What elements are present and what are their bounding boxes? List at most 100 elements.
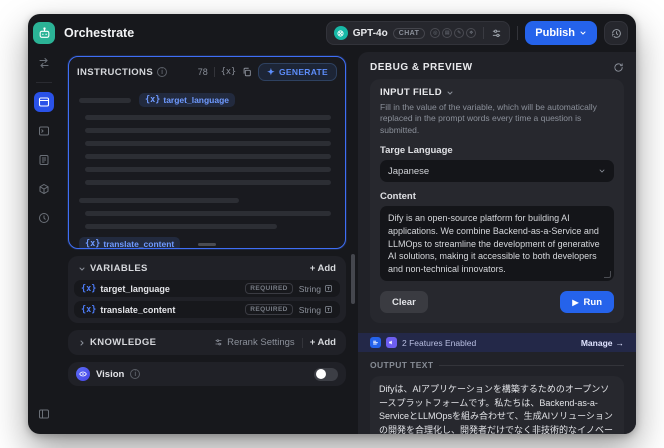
refresh-icon[interactable] xyxy=(613,62,624,73)
variable-chip-translate-content[interactable]: {x} translate_content xyxy=(79,237,181,248)
collapse-sidebar-icon[interactable] xyxy=(34,404,54,424)
sparkle-icon: ✦ xyxy=(267,66,275,77)
info-icon: i xyxy=(157,67,168,77)
text-to-speech-feature-icon xyxy=(386,337,397,349)
model-name: GPT-4o xyxy=(352,27,388,39)
sliders-icon xyxy=(215,339,222,346)
input-field-card: INPUT FIELD Fill in the value of the var… xyxy=(370,79,624,324)
output-text-title: OUTPUT TEXT xyxy=(370,360,434,371)
variable-token: {x} xyxy=(81,304,97,315)
variables-title: VARIABLES xyxy=(90,263,148,274)
output-section: OUTPUT TEXT Difyは、AIアプリケーションを構築するためのオープン… xyxy=(358,352,636,434)
input-field-title: INPUT FIELD xyxy=(380,87,442,98)
topbar: Orchestrate GPT-4o CHAT ◎ ▤ ✎ ❖ Publish xyxy=(60,14,636,52)
skeleton-text xyxy=(85,128,331,133)
divider xyxy=(213,67,215,77)
info-icon: i xyxy=(130,369,141,379)
run-button[interactable]: ▶ Run xyxy=(560,291,614,314)
prompt-editor[interactable]: {x} target_language {x} translate_conten… xyxy=(69,85,345,248)
knowledge-section: KNOWLEDGE Rerank Settings + Add xyxy=(68,330,346,355)
page-title: Orchestrate xyxy=(64,26,135,40)
arrow-right-icon: → xyxy=(615,337,625,348)
model-settings-sliders-icon[interactable] xyxy=(491,28,502,39)
skeleton-text xyxy=(85,141,331,146)
chevron-down-icon xyxy=(598,167,606,175)
nav-orchestrate-icon[interactable] xyxy=(34,92,54,112)
knowledge-title: KNOWLEDGE xyxy=(90,337,157,348)
capability-icon: ✎ xyxy=(454,28,465,38)
divider xyxy=(301,337,303,348)
debug-title: DEBUG & PREVIEW xyxy=(370,62,473,73)
skeleton-text xyxy=(79,198,239,203)
topbar-divider xyxy=(517,26,519,40)
chevron-down-icon[interactable] xyxy=(446,89,454,97)
required-badge: REQUIRED xyxy=(245,304,293,315)
capability-icon: ▤ xyxy=(442,28,453,38)
add-variable-button[interactable]: + Add xyxy=(310,263,336,274)
model-mode-badge: CHAT xyxy=(392,27,426,39)
model-provider-icon xyxy=(333,26,348,40)
chevron-right-icon[interactable] xyxy=(78,339,86,347)
chevron-down-icon xyxy=(580,31,586,35)
app-logo-robot-icon[interactable] xyxy=(33,22,55,44)
input-field-description: Fill in the value of the variable, which… xyxy=(380,102,597,135)
add-knowledge-button[interactable]: + Add xyxy=(310,337,336,348)
content-textarea[interactable]: Dify is an open-source platform for buil… xyxy=(380,206,614,282)
model-capability-badges: ◎ ▤ ✎ ❖ xyxy=(430,28,477,38)
vision-feature-row: Vision i xyxy=(68,362,346,386)
target-language-select[interactable]: Japanese xyxy=(380,160,614,183)
instructions-panel[interactable]: INSTRUCTIONS i 78 {x} ✦ GENERATE {x} tar… xyxy=(68,56,346,249)
debug-preview-panel: DEBUG & PREVIEW INPUT FIELD Fill in the … xyxy=(358,52,636,434)
output-text-bubble: Difyは、AIアプリケーションを構築するためのオープンソースプラットフォームで… xyxy=(370,376,624,434)
skeleton-text xyxy=(85,167,331,172)
vision-toggle[interactable] xyxy=(314,367,338,381)
vision-eye-icon xyxy=(76,367,90,381)
switch-app-icon[interactable] xyxy=(34,53,54,73)
model-selector[interactable]: GPT-4o CHAT ◎ ▤ ✎ ❖ xyxy=(325,21,511,45)
pill-divider xyxy=(483,27,485,39)
publish-button[interactable]: Publish xyxy=(525,21,597,45)
rerank-settings-button[interactable]: Rerank Settings xyxy=(214,337,295,348)
nav-terminal-icon[interactable] xyxy=(34,121,54,141)
canvas-scrollbar[interactable] xyxy=(351,254,355,304)
string-type-icon xyxy=(325,285,332,292)
variable-row[interactable]: {x} target_language REQUIRED String xyxy=(74,280,340,297)
skeleton-text xyxy=(85,211,331,216)
skeleton-text xyxy=(85,180,331,185)
content-label: Content xyxy=(380,191,416,203)
copy-icon[interactable] xyxy=(242,67,252,77)
clear-button[interactable]: Clear xyxy=(380,291,428,314)
skeleton-text xyxy=(85,224,277,229)
insert-variable-icon[interactable]: {x} xyxy=(221,67,236,77)
variable-row[interactable]: {x} translate_content REQUIRED String xyxy=(74,301,340,318)
version-history-button[interactable] xyxy=(604,21,628,45)
play-icon: ▶ xyxy=(572,297,579,307)
target-language-label: Targe Language xyxy=(380,145,453,157)
icon-rail xyxy=(28,14,60,434)
orchestrate-canvas: INSTRUCTIONS i 78 {x} ✦ GENERATE {x} tar… xyxy=(60,52,358,434)
history-clock-icon xyxy=(611,28,621,38)
variable-chip-target-language[interactable]: {x} target_language xyxy=(139,93,236,107)
nav-monitoring-icon[interactable] xyxy=(34,208,54,228)
chevron-down-icon[interactable] xyxy=(78,265,86,273)
instructions-title: INSTRUCTIONS xyxy=(77,66,154,78)
citation-feature-icon xyxy=(370,337,381,349)
skeleton-text xyxy=(79,97,131,103)
variables-section: VARIABLES + Add {x} target_language REQU… xyxy=(68,256,346,323)
nav-logs-icon[interactable] xyxy=(34,150,54,170)
string-type-icon xyxy=(325,306,332,313)
resize-grip-icon[interactable] xyxy=(604,271,611,279)
resize-drag-handle[interactable] xyxy=(198,243,216,246)
manage-features-link[interactable]: Manage → xyxy=(581,338,624,348)
required-badge: REQUIRED xyxy=(245,283,293,294)
skeleton-text xyxy=(85,154,331,159)
features-bar[interactable]: 2 Features Enabled Manage → xyxy=(358,333,636,353)
skeleton-text xyxy=(85,115,331,120)
rail-divider xyxy=(36,82,52,83)
generate-button[interactable]: ✦ GENERATE xyxy=(258,63,337,81)
capability-icon: ❖ xyxy=(466,28,477,38)
variable-token: {x} xyxy=(81,283,97,294)
nav-extensions-icon[interactable] xyxy=(34,179,54,199)
char-count: 78 xyxy=(197,67,208,77)
vision-label: Vision xyxy=(96,368,125,380)
